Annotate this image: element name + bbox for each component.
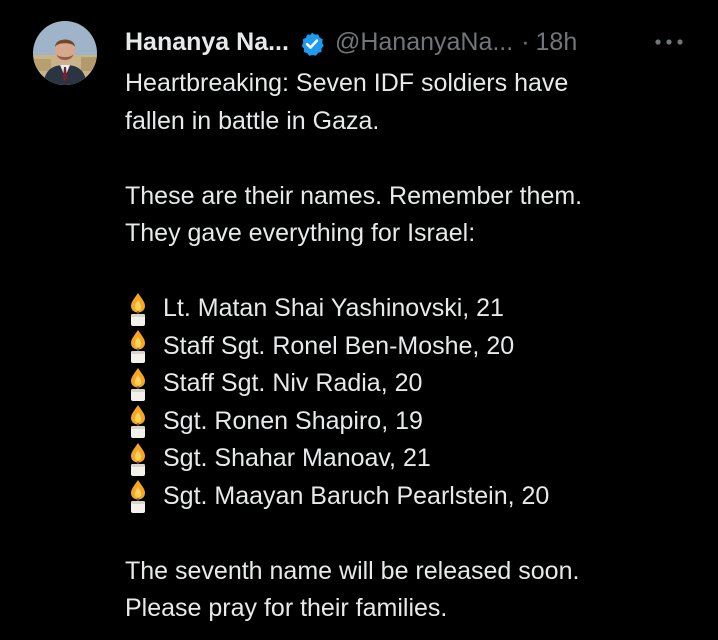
candle-icon	[125, 292, 151, 326]
candle-icon	[125, 367, 151, 401]
candle-icon	[125, 404, 151, 438]
header-separator: ·	[521, 28, 530, 56]
tweet[interactable]: Hananya Na... @HananyaNa... · 18h Heartb…	[0, 0, 718, 640]
soldier-list-item: Sgt. Shahar Manoav, 21	[125, 440, 710, 478]
soldier-list-item: Sgt. Ronen Shapiro, 19	[125, 403, 710, 441]
soldier-name: Sgt. Shahar Manoav, 21	[163, 444, 431, 472]
tweet-text-line: Please pray for their families.	[125, 594, 448, 622]
more-horizontal-icon	[655, 39, 683, 45]
soldier-name: Sgt. Ronen Shapiro, 19	[163, 406, 423, 435]
tweet-text-line: The seventh name will be released soon.	[125, 556, 580, 585]
soldier-name: Sgt. Maayan Baruch Pearlstein, 20	[163, 481, 550, 510]
soldier-name: Lt. Matan Shai Yashinovski, 21	[163, 294, 504, 322]
candle-icon	[125, 442, 151, 476]
verified-badge-icon[interactable]	[299, 29, 325, 56]
tweet-text-line: They gave everything for Israel:	[125, 219, 476, 247]
avatar[interactable]	[33, 21, 97, 85]
tweet-text: Heartbreaking: Seven IDF soldiers have f…	[125, 65, 710, 628]
soldier-list-item: Staff Sgt. Ronel Ben-Moshe, 20	[125, 328, 710, 366]
soldier-list-item: Sgt. Maayan Baruch Pearlstein, 20	[125, 478, 710, 516]
tweet-text-line: Heartbreaking: Seven IDF soldiers have	[125, 69, 569, 97]
tweet-text-line: fallen in battle in Gaza.	[125, 106, 380, 135]
tweet-timestamp[interactable]: 18h	[536, 22, 578, 62]
soldier-name: Staff Sgt. Niv Radia, 20	[163, 369, 423, 397]
author-handle[interactable]: @HananyaNa...	[335, 22, 513, 62]
tweet-text-line: These are their names. Remember them.	[125, 181, 583, 210]
author-display-name[interactable]: Hananya Na...	[125, 22, 289, 62]
soldier-name: Staff Sgt. Ronel Ben-Moshe, 20	[163, 331, 515, 360]
soldier-list-item: Lt. Matan Shai Yashinovski, 21	[125, 290, 710, 328]
more-options-button[interactable]	[652, 30, 686, 54]
candle-icon	[125, 329, 151, 363]
candle-icon	[125, 479, 151, 513]
soldier-list-item: Staff Sgt. Niv Radia, 20	[125, 365, 710, 403]
tweet-header: Hananya Na... @HananyaNa... · 18h	[125, 22, 577, 62]
